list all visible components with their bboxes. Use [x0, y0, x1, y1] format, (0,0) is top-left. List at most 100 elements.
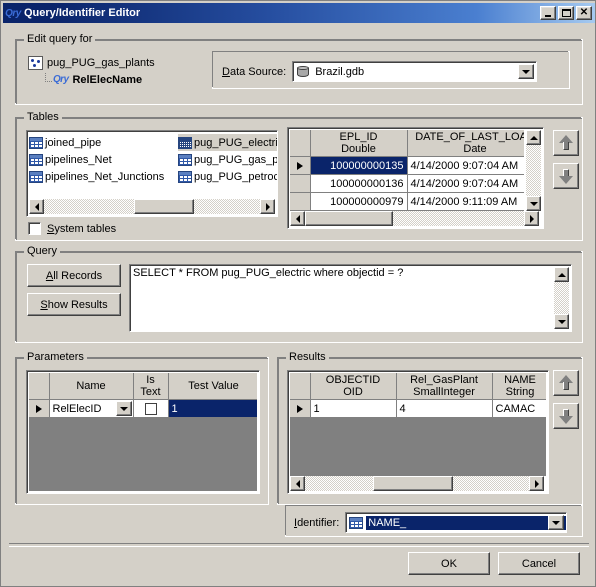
- row-marker-cell[interactable]: [290, 174, 311, 193]
- results-horizontal-scrollbar[interactable]: [290, 476, 544, 491]
- identifier-combobox[interactable]: NAME_: [345, 512, 568, 533]
- scroll-track[interactable]: [305, 211, 524, 226]
- maximize-button[interactable]: [558, 6, 574, 20]
- cell-epl-id[interactable]: 100000000136: [310, 174, 408, 193]
- cell-date[interactable]: 4/14/2000 9:07:04 AM: [407, 174, 524, 193]
- sql-query-textarea[interactable]: SELECT * FROM pug_PUG_electric where obj…: [129, 264, 572, 332]
- scroll-thumb[interactable]: [305, 211, 393, 226]
- scroll-track[interactable]: [305, 476, 529, 491]
- column-header-name[interactable]: NAME String: [492, 373, 546, 400]
- column-header-date-of-last-load[interactable]: DATE_OF_LAST_LOAD Date: [407, 130, 524, 157]
- identifier-dropdown-button[interactable]: [548, 515, 565, 530]
- row-marker-cell[interactable]: [29, 399, 50, 418]
- scroll-left-button[interactable]: [290, 476, 305, 491]
- column-header-objectid[interactable]: OBJECTID OID: [310, 373, 397, 400]
- cell-date[interactable]: 4/14/2000 9:11:09 AM: [407, 192, 524, 211]
- query-vertical-scrollbar[interactable]: [554, 267, 569, 329]
- scroll-track[interactable]: [554, 282, 569, 314]
- results-grid[interactable]: OBJECTID OID Rel_GasPlant SmallInteger N…: [287, 370, 549, 494]
- ok-button[interactable]: OK: [408, 552, 490, 575]
- cell-objectid[interactable]: 1: [310, 399, 397, 418]
- cell-parameter-name[interactable]: RelElecID: [49, 399, 134, 418]
- scroll-right-button[interactable]: [524, 211, 539, 226]
- scroll-left-button[interactable]: [29, 199, 44, 214]
- list-item[interactable]: pipelines_Net_Junctions: [29, 168, 166, 185]
- scroll-track[interactable]: [44, 199, 260, 214]
- is-text-checkbox[interactable]: [144, 402, 157, 415]
- query-icon: Qry: [53, 74, 69, 85]
- tree-item-query[interactable]: Qry RelElecName: [41, 71, 155, 88]
- scroll-right-button[interactable]: [529, 476, 544, 491]
- column-header-epl-id[interactable]: EPL_ID Double: [310, 130, 408, 157]
- close-button[interactable]: ✕: [576, 6, 592, 20]
- empty-area: [310, 417, 396, 476]
- cell-name[interactable]: CAMAC: [492, 399, 546, 418]
- all-records-button[interactable]: All Records: [27, 264, 121, 287]
- arrow-left-icon: [34, 202, 39, 211]
- tables-listbox[interactable]: joined_pipe pipelines_Net pipelines_Net_…: [26, 130, 278, 217]
- row-marker-cell[interactable]: [290, 192, 311, 211]
- title-bar: Qry Query/Identifier Editor ✕: [3, 3, 595, 23]
- tables-horizontal-scrollbar[interactable]: [29, 199, 275, 214]
- scroll-down-button[interactable]: [526, 196, 541, 211]
- scroll-thumb[interactable]: [373, 476, 453, 491]
- column-header-is-text[interactable]: Is Text: [133, 373, 169, 400]
- minimize-button[interactable]: [540, 6, 556, 20]
- system-tables-checkbox[interactable]: [28, 222, 41, 235]
- preview-vertical-scrollbar[interactable]: [526, 130, 541, 211]
- row-marker-cell[interactable]: [290, 399, 311, 418]
- system-tables-checkbox-row[interactable]: System tables: [28, 222, 116, 235]
- current-row-icon: [35, 404, 42, 413]
- scroll-up-button[interactable]: [526, 130, 541, 145]
- query-title: Query: [24, 245, 60, 257]
- list-item[interactable]: pug_PUG_gas_pl: [178, 151, 277, 168]
- cell-date[interactable]: 4/14/2000 9:07:04 AM: [407, 156, 524, 175]
- current-row-icon: [296, 404, 303, 413]
- table-row[interactable]: 1 4 CAMAC: [290, 399, 546, 418]
- list-item[interactable]: pug_PUG_petroc: [178, 168, 277, 185]
- column-header-rel-gasplant[interactable]: Rel_GasPlant SmallInteger: [396, 373, 493, 400]
- table-row[interactable]: 100000000979 4/14/2000 9:11:09 AM: [290, 192, 524, 211]
- cell-test-value[interactable]: 1: [168, 399, 257, 418]
- table-row[interactable]: RelElecID 1: [29, 399, 257, 418]
- column-name: DATE_OF_LAST_LOAD: [415, 131, 524, 143]
- preview-horizontal-scrollbar[interactable]: [290, 211, 539, 226]
- list-item-selected[interactable]: pug_PUG_electric: [178, 134, 277, 151]
- results-move-up-button[interactable]: [553, 370, 579, 396]
- column-header-name[interactable]: Name: [49, 373, 134, 400]
- all-records-label: All Records: [45, 269, 103, 282]
- table-preview-grid[interactable]: EPL_ID Double DATE_OF_LAST_LOAD Date 100…: [287, 127, 544, 229]
- table-row[interactable]: 100000000135 4/14/2000 9:07:04 AM: [290, 156, 524, 175]
- tables-move-down-button[interactable]: [553, 163, 579, 189]
- scroll-thumb[interactable]: [134, 199, 194, 214]
- table-row[interactable]: 100000000136 4/14/2000 9:07:04 AM: [290, 174, 524, 193]
- tree-item-feature-class[interactable]: pug_PUG_gas_plants: [28, 54, 155, 71]
- scroll-right-button[interactable]: [260, 199, 275, 214]
- cancel-button[interactable]: Cancel: [498, 552, 580, 575]
- data-source-dropdown-button[interactable]: [518, 64, 535, 79]
- results-move-down-button[interactable]: [553, 403, 579, 429]
- scroll-track[interactable]: [526, 145, 541, 196]
- scroll-up-button[interactable]: [554, 267, 569, 282]
- tables-move-up-button[interactable]: [553, 130, 579, 156]
- window-controls: ✕: [540, 6, 592, 20]
- cell-is-text[interactable]: [133, 399, 169, 418]
- list-item[interactable]: pipelines_Net: [29, 151, 166, 168]
- cell-rel-gasplant[interactable]: 4: [396, 399, 493, 418]
- parameter-name-dropdown-button[interactable]: [115, 401, 132, 416]
- parameters-grid[interactable]: Name Is Text Test Value RelElecID 1: [26, 370, 260, 494]
- scroll-down-button[interactable]: [554, 314, 569, 329]
- row-marker-cell[interactable]: [290, 156, 311, 175]
- column-header-test-value[interactable]: Test Value: [168, 373, 257, 400]
- cell-epl-id[interactable]: 100000000979: [310, 192, 408, 211]
- cell-epl-id[interactable]: 100000000135: [310, 156, 408, 175]
- table-icon: [178, 153, 192, 166]
- chevron-down-icon: [119, 406, 128, 411]
- tables-group: Tables joined_pipe pipelines_Net pipelin…: [15, 111, 583, 241]
- scroll-left-button[interactable]: [290, 211, 305, 226]
- data-source-combobox[interactable]: Brazil.gdb: [292, 61, 538, 82]
- list-item[interactable]: joined_pipe: [29, 134, 166, 151]
- table-icon: [178, 136, 192, 149]
- show-results-button[interactable]: Show Results: [27, 293, 121, 316]
- column-name: EPL_ID: [339, 131, 378, 143]
